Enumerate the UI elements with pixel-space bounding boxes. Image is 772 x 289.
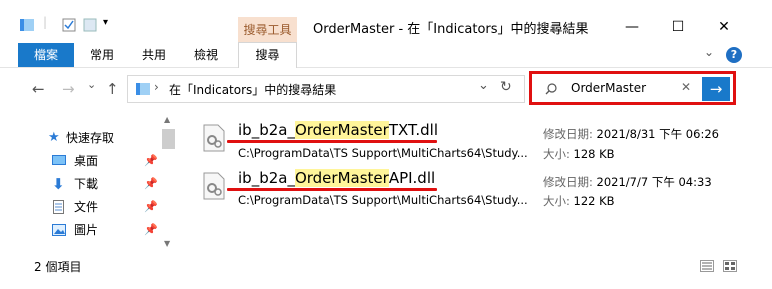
filename-suffix: TXT.dll <box>388 121 438 139</box>
result-size: 大小: 122 KB <box>543 193 615 209</box>
forward-button[interactable]: → <box>62 80 75 98</box>
result-modified: 修改日期: 2021/8/31 下午 06:26 <box>543 126 719 142</box>
tab-share[interactable]: 共用 <box>134 43 174 67</box>
download-icon: ⬇ <box>52 175 65 193</box>
dll-file-icon <box>203 124 225 152</box>
breadcrumb[interactable]: 在「Indicators」中的搜尋結果 <box>169 81 336 98</box>
address-bar[interactable]: › 在「Indicators」中的搜尋結果 ⌄ ↻ <box>127 75 525 103</box>
result-modified: 修改日期: 2021/7/7 下午 04:33 <box>543 174 712 190</box>
status-bar: 2 個項目 <box>0 256 772 276</box>
scrollbar-thumb[interactable] <box>162 129 175 149</box>
tab-home[interactable]: 常用 <box>82 43 122 67</box>
ribbon-tabs: 檔案 常用 共用 檢視 搜尋 ⌄ ? <box>0 42 772 68</box>
search-go-button[interactable]: → <box>702 77 730 101</box>
search-match-highlight: OrderMaster <box>294 121 389 139</box>
search-box[interactable]: OrderMaster ✕ <box>535 77 700 101</box>
nav-label: 圖片 <box>74 223 99 237</box>
result-filename[interactable]: ib_b2a_OrderMasterAPI.dll <box>238 169 435 187</box>
pin-icon: 📌 <box>144 200 158 213</box>
search-icon <box>545 83 557 95</box>
filename-prefix: ib_b2a_ <box>238 121 295 139</box>
result-path: C:\ProgramData\TS Support\MultiCharts64\… <box>238 193 528 207</box>
address-dropdown-button[interactable]: ⌄ <box>478 78 489 93</box>
size-value: 128 KB <box>573 147 615 161</box>
refresh-button[interactable]: ↻ <box>500 79 512 95</box>
new-folder-icon[interactable] <box>83 18 97 32</box>
tab-search[interactable]: 搜尋 <box>238 42 297 68</box>
filename-prefix: ib_b2a_ <box>238 169 295 187</box>
nav-label: 桌面 <box>74 154 99 168</box>
window-title: OrderMaster - 在「Indicators」中的搜尋結果 <box>313 22 589 37</box>
maximize-button[interactable]: ☐ <box>655 14 701 40</box>
result-path: C:\ProgramData\TS Support\MultiCharts64\… <box>238 146 528 160</box>
back-button[interactable]: ← <box>32 80 45 98</box>
search-match-highlight: OrderMaster <box>294 169 389 187</box>
scroll-up-icon[interactable]: ▲ <box>164 115 170 124</box>
nav-label: 快速存取 <box>66 131 115 145</box>
recent-locations-button[interactable]: ⌄ <box>87 78 96 91</box>
size-label: 大小: <box>543 147 570 161</box>
item-count: 2 個項目 <box>34 260 82 274</box>
minimize-button[interactable]: — <box>609 14 655 40</box>
size-label: 大小: <box>543 194 570 208</box>
context-tab-group-search-tools: 搜尋工具 <box>238 17 297 43</box>
nav-label: 下載 <box>74 177 99 191</box>
up-button[interactable]: ↑ <box>106 80 119 98</box>
clear-search-button[interactable]: ✕ <box>681 80 691 94</box>
search-input[interactable]: OrderMaster <box>571 81 646 95</box>
dll-file-icon <box>203 172 225 200</box>
filename-suffix: API.dll <box>388 169 436 187</box>
large-icons-view-icon[interactable] <box>723 260 737 272</box>
title-bar: | ▾ 搜尋工具 OrderMaster - 在「Indicators」中的搜尋… <box>0 0 772 43</box>
pin-icon: 📌 <box>144 223 158 236</box>
size-value: 122 KB <box>573 194 615 208</box>
modified-value: 2021/7/7 下午 04:33 <box>596 175 712 189</box>
tab-file[interactable]: 檔案 <box>18 43 74 67</box>
tab-view[interactable]: 檢視 <box>186 43 226 67</box>
pin-icon: 📌 <box>144 154 158 167</box>
breadcrumb-separator[interactable]: › <box>154 80 159 94</box>
scroll-down-icon[interactable]: ▼ <box>164 239 170 248</box>
folder-icon[interactable] <box>20 18 34 32</box>
chevron-down-icon[interactable]: ⌄ <box>704 45 714 59</box>
details-view-icon[interactable] <box>700 260 714 272</box>
desktop-icon <box>52 155 66 165</box>
star-icon: ★ <box>48 130 60 145</box>
close-button[interactable]: ✕ <box>701 14 747 40</box>
pictures-icon <box>52 224 66 236</box>
modified-value: 2021/8/31 下午 06:26 <box>596 127 719 141</box>
modified-label: 修改日期: <box>543 127 593 141</box>
pin-icon: 📌 <box>144 177 158 190</box>
help-button[interactable]: ? <box>726 47 742 63</box>
nav-label: 文件 <box>74 200 99 214</box>
folder-icon <box>136 83 150 95</box>
divider: | <box>43 15 48 29</box>
result-size: 大小: 128 KB <box>543 146 615 162</box>
document-icon <box>53 200 64 214</box>
result-filename[interactable]: ib_b2a_OrderMasterTXT.dll <box>238 121 438 139</box>
customize-toolbar-icon[interactable]: ▾ <box>103 17 108 28</box>
annotation-underline <box>227 188 437 191</box>
annotation-underline <box>227 140 437 143</box>
nav-pane-scrollbar[interactable]: ▲ ▼ <box>160 115 177 252</box>
properties-icon[interactable] <box>62 18 76 32</box>
modified-label: 修改日期: <box>543 175 593 189</box>
